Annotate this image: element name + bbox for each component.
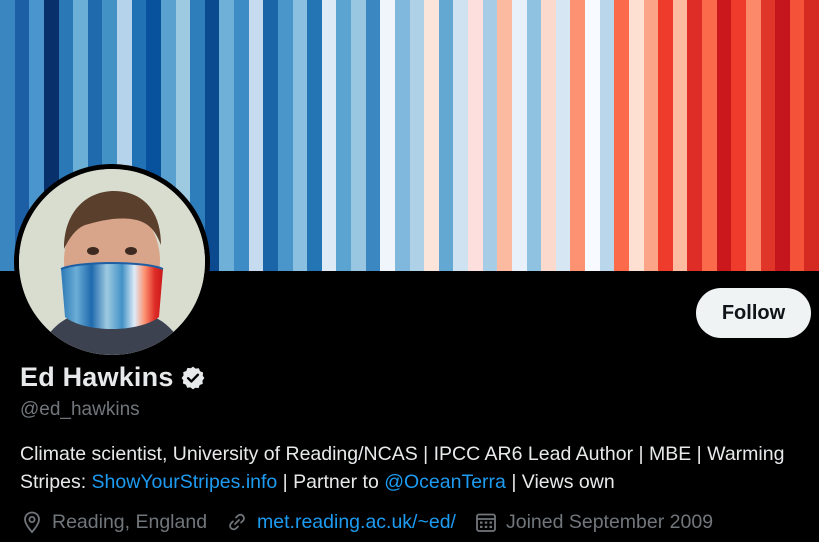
banner-stripe [745, 0, 761, 271]
banner-stripe [541, 0, 556, 271]
banner-stripe [453, 0, 468, 271]
profile-joined: Joined September 2009 [474, 510, 713, 534]
bio-mention-oceanterra[interactable]: @OceanTerra [384, 471, 506, 493]
banner-stripe [687, 0, 702, 271]
website-link[interactable]: met.reading.ac.uk/~ed/ [257, 511, 456, 534]
banner-stripe [672, 0, 688, 271]
banner-stripe [468, 0, 483, 271]
banner-stripe [775, 0, 790, 271]
banner-stripe [585, 0, 600, 271]
profile-handle: @ed_hawkins [20, 399, 140, 420]
follow-button[interactable]: Follow [696, 288, 811, 338]
profile-name-row: Ed Hawkins [20, 362, 206, 393]
banner-stripe [248, 0, 264, 271]
banner-stripe [789, 0, 805, 271]
profile-bio: Climate scientist, University of Reading… [20, 440, 810, 496]
banner-stripe [351, 0, 366, 271]
joined-text: Joined September 2009 [505, 510, 714, 533]
banner-stripe [643, 0, 659, 271]
profile-name: Ed Hawkins [20, 362, 174, 392]
banner-stripe [263, 0, 278, 271]
banner-stripe [760, 0, 776, 271]
banner-stripe [307, 0, 322, 271]
location-pin-icon [20, 510, 44, 534]
banner-stripe [204, 0, 220, 271]
banner-stripe [555, 0, 571, 271]
banner-stripe [438, 0, 454, 271]
banner-stripe [321, 0, 337, 271]
banner-stripe [0, 0, 15, 271]
link-icon [225, 510, 249, 534]
avatar-photo [19, 169, 205, 355]
banner-stripe [628, 0, 644, 271]
banner-stripe [365, 0, 381, 271]
banner-stripe [292, 0, 308, 271]
banner-stripe [380, 0, 395, 271]
profile-location: Reading, England [20, 510, 207, 534]
banner-stripe [804, 0, 819, 271]
avatar-illustration [19, 169, 205, 355]
banner-stripe [614, 0, 629, 271]
bio-link-showyourstripes[interactable]: ShowYourStripes.info [92, 471, 278, 493]
banner-stripe [658, 0, 673, 271]
bio-text: | Partner to [277, 471, 385, 493]
profile-avatar[interactable] [14, 164, 210, 360]
banner-stripe [511, 0, 527, 271]
bio-text: | Views own [505, 471, 615, 493]
banner-stripe [526, 0, 542, 271]
banner-stripe [394, 0, 410, 271]
banner-stripe [424, 0, 439, 271]
banner-stripe [497, 0, 512, 271]
banner-stripe [570, 0, 585, 271]
banner-stripe [336, 0, 351, 271]
banner-stripe [234, 0, 249, 271]
calendar-icon [474, 510, 498, 534]
banner-stripe [599, 0, 615, 271]
banner-stripe [219, 0, 234, 271]
banner-stripe [702, 0, 717, 271]
banner-stripe [716, 0, 732, 271]
profile-website: met.reading.ac.uk/~ed/ [225, 510, 456, 534]
banner-stripe [731, 0, 746, 271]
profile-meta: Reading, England met.reading.ac.uk/~ed/ … [20, 510, 731, 534]
banner-stripe [409, 0, 425, 271]
verified-badge-icon[interactable] [180, 365, 206, 391]
location-text: Reading, England [52, 510, 208, 533]
banner-stripe [482, 0, 498, 271]
banner-stripe [277, 0, 293, 271]
